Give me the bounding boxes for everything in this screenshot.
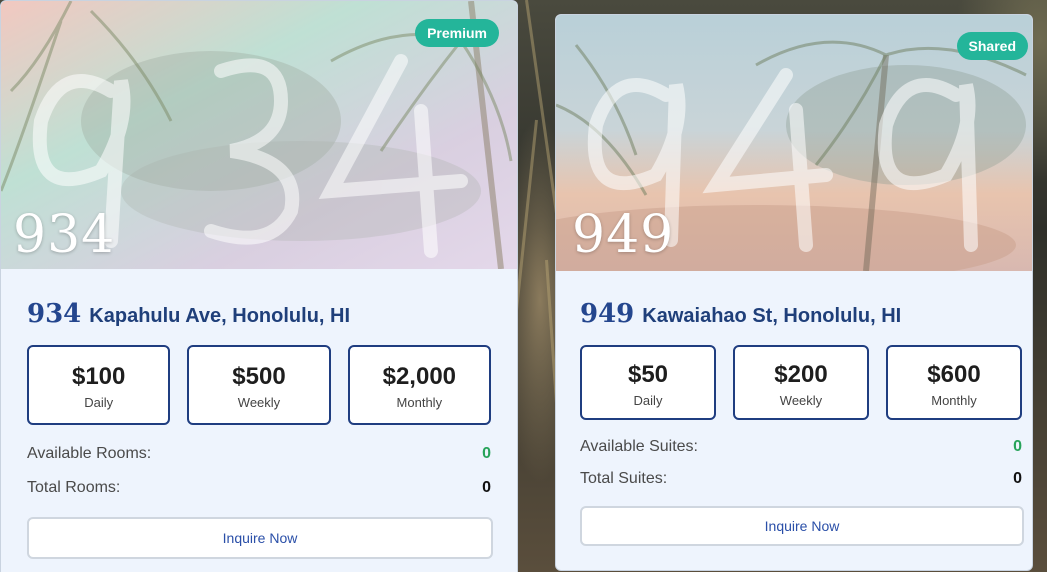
available-rooms-label: Available Rooms: xyxy=(27,445,152,462)
price-period: Daily xyxy=(84,395,114,410)
address-number: 949 xyxy=(580,299,635,329)
price-period: Daily xyxy=(633,393,663,408)
address-street: Kawaiahao St, Honolulu, HI xyxy=(642,305,902,327)
total-suites-value: 0 xyxy=(1013,470,1022,487)
total-rooms-label: Total Rooms: xyxy=(27,479,121,496)
total-rooms-value: 0 xyxy=(482,479,491,496)
available-suites-value: 0 xyxy=(1013,438,1022,455)
price-options: $100 Daily $500 Weekly $2,000 Monthly xyxy=(1,329,517,425)
hero-property-number: 949 xyxy=(572,205,675,265)
price-amount: $600 xyxy=(927,361,981,388)
total-suites-label: Total Suites: xyxy=(580,470,668,487)
available-rooms-row: Available Rooms: 0 xyxy=(1,445,517,463)
price-period: Monthly xyxy=(931,393,977,408)
property-image[interactable]: Premium 934 xyxy=(1,1,517,269)
property-address: 934 Kapahulu Ave, Honolulu, HI xyxy=(1,269,517,329)
shared-badge: Shared xyxy=(956,32,1028,60)
price-amount: $100 xyxy=(71,363,126,390)
price-daily[interactable]: $50 Daily xyxy=(580,345,716,420)
price-amount: $2,000 xyxy=(382,363,457,390)
available-rooms-value: 0 xyxy=(482,445,491,462)
price-weekly[interactable]: $200 Weekly xyxy=(733,345,869,420)
listing-card[interactable]: Premium 934 934 Kapahulu Ave, Honolulu, … xyxy=(0,0,518,572)
total-rooms-row: Total Rooms: 0 xyxy=(1,479,517,497)
price-period: Weekly xyxy=(237,395,281,410)
price-amount: $200 xyxy=(774,361,828,388)
total-suites-row: Total Suites: 0 xyxy=(556,470,1032,488)
price-daily[interactable]: $100 Daily xyxy=(27,345,171,425)
inquire-now-button[interactable]: Inquire Now xyxy=(580,506,1024,546)
property-image[interactable]: Shared 949 xyxy=(556,15,1032,271)
price-period: Weekly xyxy=(779,393,823,408)
available-suites-row: Available Suites: 0 xyxy=(556,438,1032,456)
property-address: 949 Kawaiahao St, Honolulu, HI xyxy=(556,271,1032,329)
listing-card[interactable]: Shared 949 949 Kawaiahao St, Honolulu, H… xyxy=(555,14,1033,571)
inquire-now-button[interactable]: Inquire Now xyxy=(27,517,493,559)
available-suites-label: Available Suites: xyxy=(580,438,698,455)
price-period: Monthly xyxy=(396,395,443,410)
price-amount: $50 xyxy=(627,361,669,388)
address-number: 934 xyxy=(27,299,82,329)
price-monthly[interactable]: $2,000 Monthly xyxy=(347,345,491,425)
price-options: $50 Daily $200 Weekly $600 Monthly xyxy=(556,329,1032,420)
price-monthly[interactable]: $600 Monthly xyxy=(886,345,1022,420)
premium-badge: Premium xyxy=(415,19,499,47)
address-street: Kapahulu Ave, Honolulu, HI xyxy=(89,305,351,327)
price-amount: $500 xyxy=(232,363,286,390)
price-weekly[interactable]: $500 Weekly xyxy=(187,345,331,425)
hero-property-number: 934 xyxy=(13,205,116,265)
